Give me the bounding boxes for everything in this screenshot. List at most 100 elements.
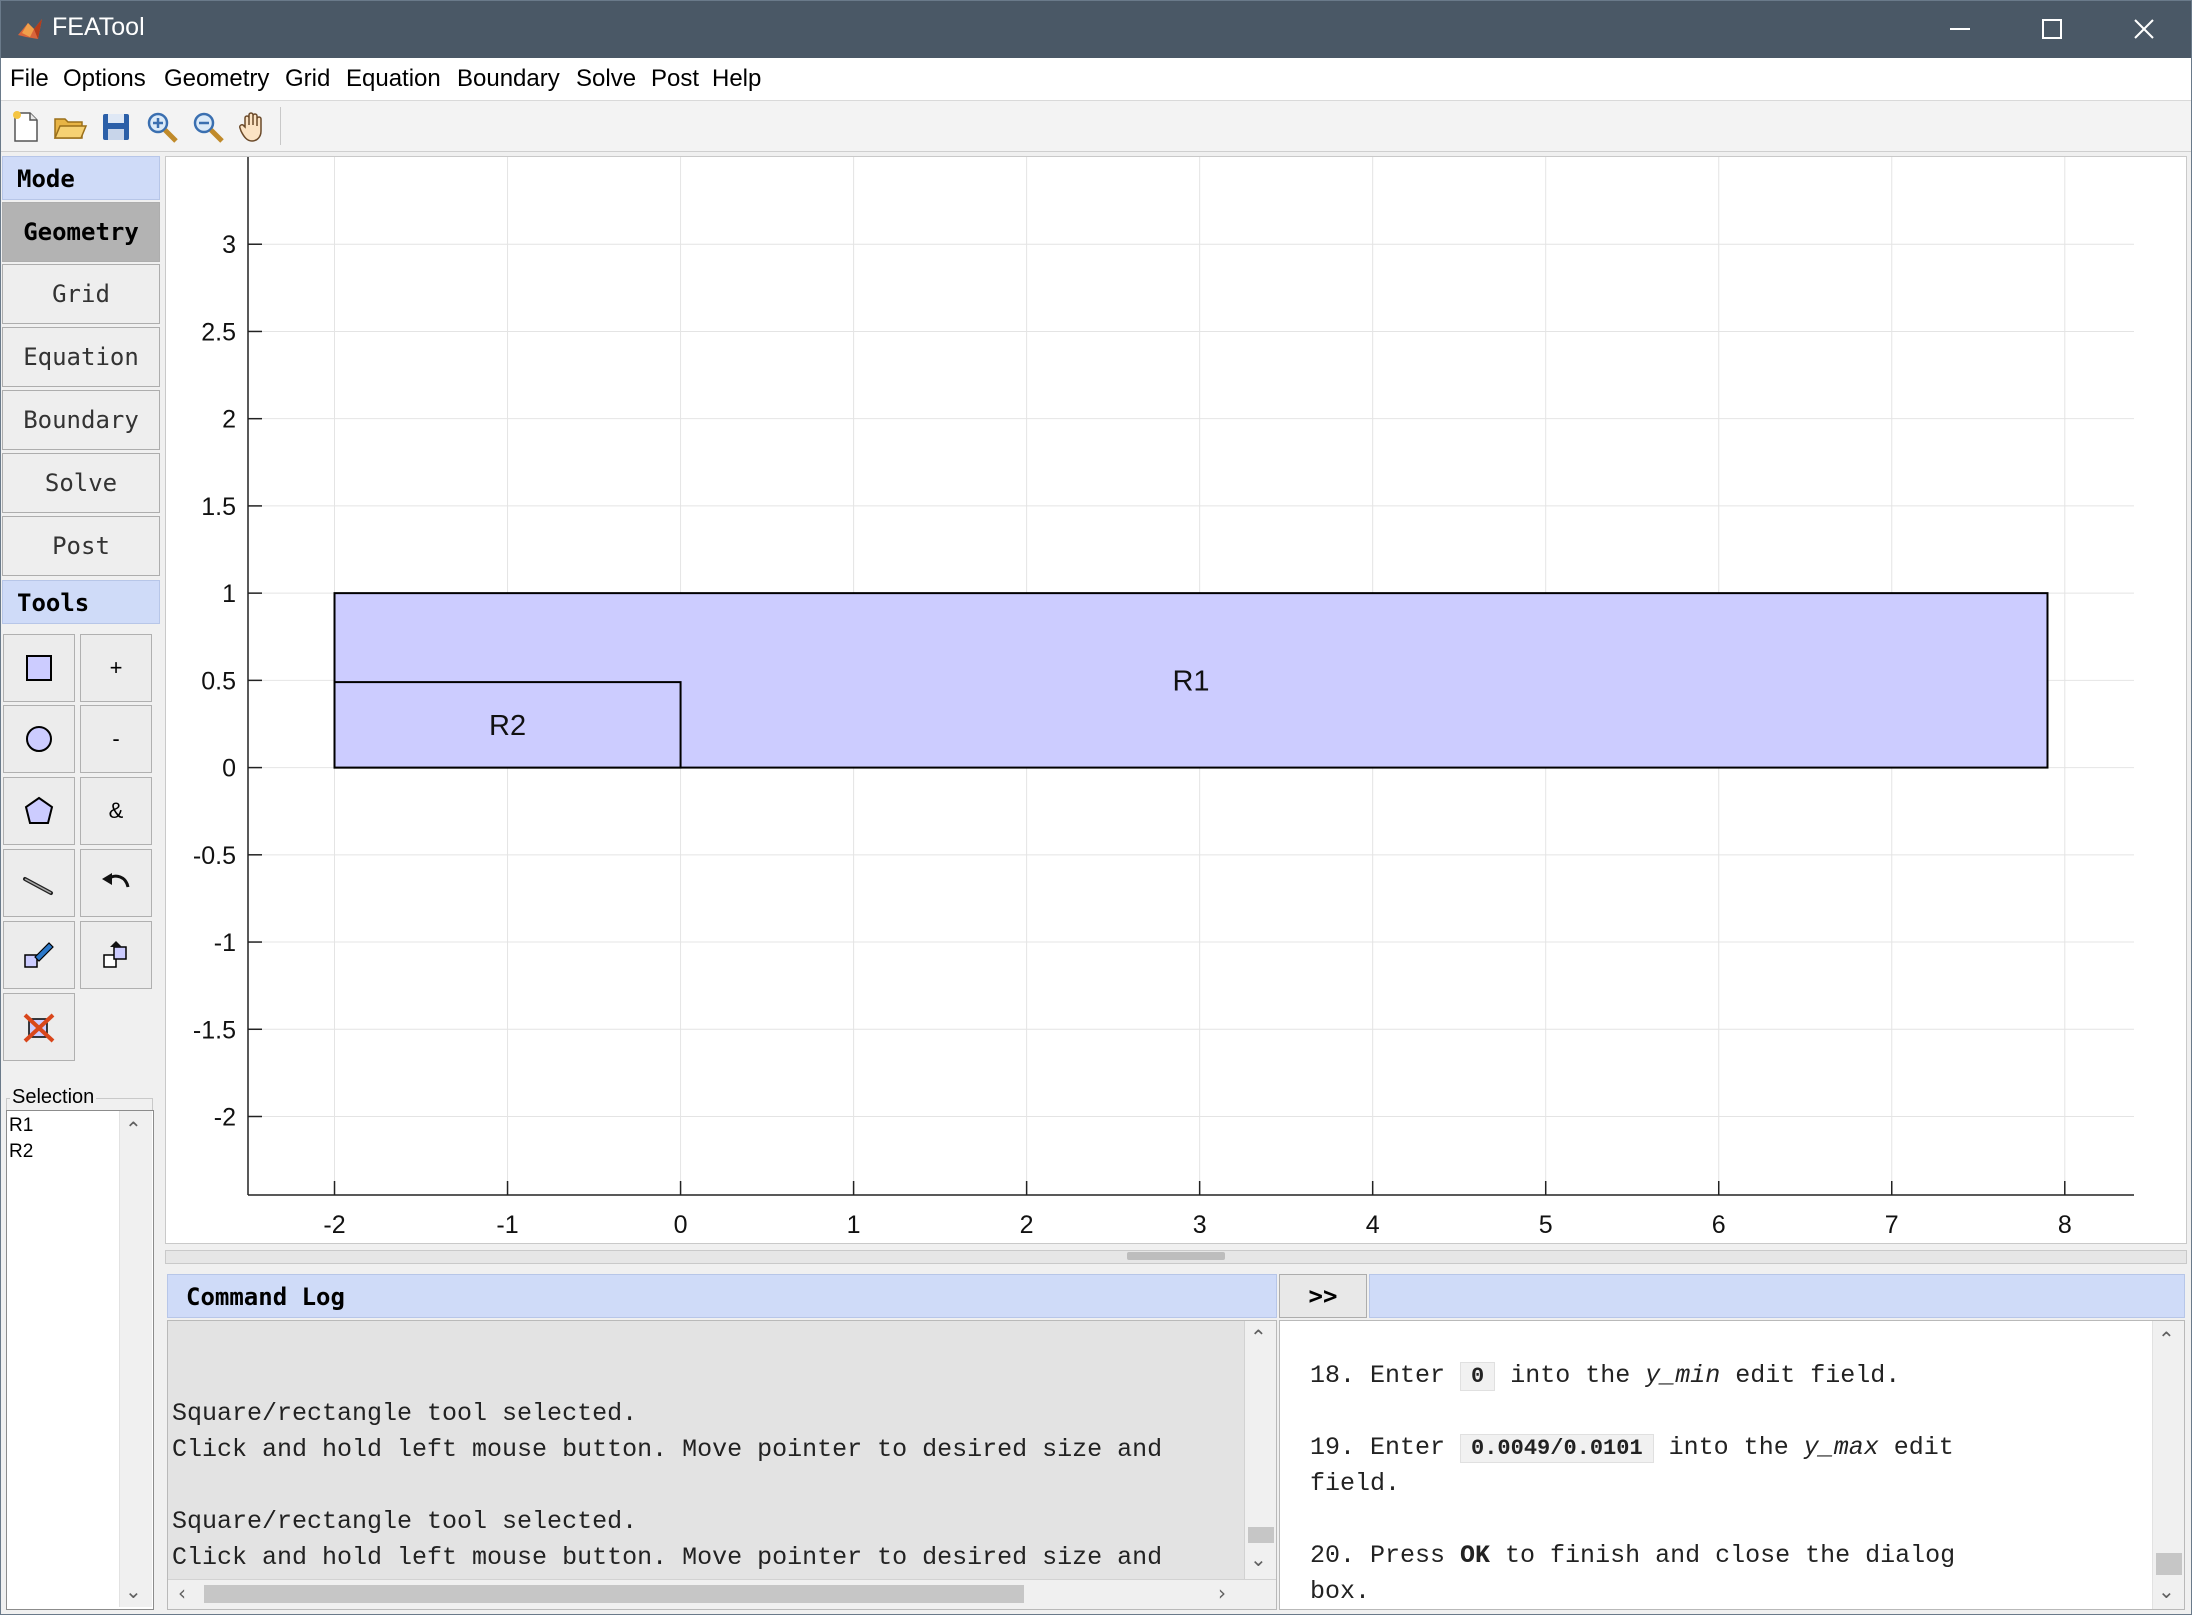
line-tool-button[interactable] xyxy=(3,849,75,917)
mode-header: Mode xyxy=(2,156,160,200)
y-tick-label: 0.5 xyxy=(201,667,236,695)
maximize-button[interactable] xyxy=(2006,0,2098,58)
mode-solve-button[interactable]: Solve xyxy=(2,453,160,513)
x-tick-label: 4 xyxy=(1366,1211,1380,1239)
toolbar-separator xyxy=(280,107,281,145)
log-line: Square/rectangle tool selected. xyxy=(172,1399,638,1428)
menu-geometry[interactable]: Geometry xyxy=(164,65,269,93)
log-line: Click and hold left mouse button. Move p… xyxy=(172,1435,1163,1464)
menu-bar: File Options Geometry Grid Equation Boun… xyxy=(0,58,2192,101)
scroll-down-icon[interactable]: ⌄ xyxy=(125,1579,142,1603)
title-bar: FEATool xyxy=(0,0,2192,58)
polygon-tool-button[interactable] xyxy=(3,777,75,845)
transform-object-icon xyxy=(103,941,127,968)
selection-listbox[interactable]: R1 R2 ⌃ ⌄ xyxy=(6,1110,154,1610)
scroll-left-icon[interactable]: ‹ xyxy=(178,1581,186,1605)
help-text: 18. Enter xyxy=(1310,1361,1461,1390)
help-step-20-cont: box. xyxy=(1310,1577,1371,1606)
mode-geometry-button[interactable]: Geometry xyxy=(2,202,160,262)
help-step-18: 18. Enter 0 into the y_min edit field. xyxy=(1310,1361,1901,1391)
x-tick-label: 3 xyxy=(1193,1211,1207,1239)
menu-grid[interactable]: Grid xyxy=(285,65,330,93)
expand-log-button[interactable]: >> xyxy=(1279,1274,1367,1318)
union-button[interactable]: + xyxy=(80,634,152,702)
menu-options[interactable]: Options xyxy=(63,65,146,93)
y-tick-label: 2 xyxy=(222,406,236,434)
log-vscroll-thumb[interactable] xyxy=(1248,1527,1274,1543)
close-button[interactable] xyxy=(2098,0,2190,58)
x-tick-label: 2 xyxy=(1020,1211,1034,1239)
y-tick-label: -2 xyxy=(214,1103,236,1131)
help-text: into the xyxy=(1653,1433,1804,1462)
menu-boundary[interactable]: Boundary xyxy=(457,65,560,93)
edit-object-icon xyxy=(24,942,54,968)
x-tick-label: 5 xyxy=(1539,1211,1553,1239)
transform-object-button[interactable] xyxy=(80,921,152,989)
scroll-right-icon[interactable]: › xyxy=(1218,1581,1226,1605)
y-tick-label: 2.5 xyxy=(201,318,236,346)
scroll-down-icon[interactable]: ⌄ xyxy=(2158,1579,2175,1603)
undo-button[interactable] xyxy=(80,849,152,917)
help-header xyxy=(1369,1274,2185,1318)
circle-tool-button[interactable] xyxy=(3,705,75,773)
matlab-logo-icon xyxy=(18,19,42,39)
selection-item-r1[interactable]: R1 xyxy=(9,1115,33,1137)
scroll-up-icon[interactable]: ⌃ xyxy=(2158,1327,2175,1351)
new-file-icon[interactable] xyxy=(8,109,44,145)
intersect-button[interactable]: & xyxy=(80,777,152,845)
geometry-plot-area[interactable]: -2 -1 0 1 2 3 4 5 6 7 8 3 2.5 2 1.5 1 0.5 0 -0.5 -1 -1.5 -2 R1… xyxy=(165,156,2187,1244)
menu-solve[interactable]: Solve xyxy=(576,65,636,93)
help-step-19-cont: field. xyxy=(1310,1469,1401,1498)
save-icon[interactable] xyxy=(98,109,134,145)
command-log-box[interactable]: Square/rectangle tool selected. Click an… xyxy=(167,1320,1277,1610)
tools-header: Tools xyxy=(2,580,160,624)
circle-tool-icon xyxy=(26,726,52,752)
menu-equation[interactable]: Equation xyxy=(346,65,441,93)
x-tick-label: -1 xyxy=(496,1211,518,1239)
scroll-up-icon[interactable]: ⌃ xyxy=(125,1117,142,1141)
log-line: Square/rectangle tool selected. xyxy=(172,1507,638,1536)
field-name: y_min xyxy=(1645,1361,1721,1390)
y-tick-label: -1.5 xyxy=(193,1016,236,1044)
y-tick-label: 1 xyxy=(222,580,236,608)
code-value: 0 xyxy=(1460,1362,1496,1391)
help-step-19: 19. Enter 0.0049/0.0101 into the y_max e… xyxy=(1310,1433,1954,1463)
geometry-plot[interactable]: -2 -1 0 1 2 3 4 5 6 7 8 3 2.5 2 1.5 1 0.5 0 -0.5 -1 -1.5 -2 R1… xyxy=(166,157,2186,1243)
rectangle-tool-icon xyxy=(26,655,52,681)
selection-scrollbar[interactable] xyxy=(119,1111,152,1607)
scroll-up-icon[interactable]: ⌃ xyxy=(1250,1325,1267,1349)
ok-keyword: OK xyxy=(1460,1541,1491,1570)
pan-hand-icon[interactable] xyxy=(236,109,272,145)
y-tick-label: -1 xyxy=(214,929,236,957)
undo-icon xyxy=(102,873,130,888)
help-text: 19. Enter xyxy=(1310,1433,1461,1462)
selection-item-r2[interactable]: R2 xyxy=(9,1141,33,1163)
scroll-down-icon[interactable]: ⌄ xyxy=(1250,1547,1267,1571)
splitter-handle[interactable] xyxy=(1127,1252,1225,1260)
help-vscroll-thumb[interactable] xyxy=(2156,1553,2182,1575)
menu-file[interactable]: File xyxy=(10,65,49,93)
help-text: edit field. xyxy=(1720,1361,1901,1390)
zoom-out-icon[interactable] xyxy=(190,109,226,145)
open-folder-icon[interactable] xyxy=(52,109,88,145)
help-text: edit xyxy=(1878,1433,1954,1462)
mode-grid-button[interactable]: Grid xyxy=(2,264,160,324)
subtract-button[interactable]: - xyxy=(80,705,152,773)
delete-object-button[interactable] xyxy=(3,993,75,1061)
tutorial-help-box: 18. Enter 0 into the y_min edit field. 1… xyxy=(1279,1320,2185,1610)
log-hscroll-thumb[interactable] xyxy=(204,1585,1024,1603)
mode-post-button[interactable]: Post xyxy=(2,516,160,576)
window-title: FEATool xyxy=(52,13,145,41)
mode-boundary-button[interactable]: Boundary xyxy=(2,390,160,450)
edit-object-button[interactable] xyxy=(3,921,75,989)
x-tick-label: 0 xyxy=(674,1211,688,1239)
menu-help[interactable]: Help xyxy=(712,65,761,93)
minimize-button[interactable] xyxy=(1914,0,2006,58)
y-tick-label: 3 xyxy=(222,231,236,259)
mode-equation-button[interactable]: Equation xyxy=(2,327,160,387)
menu-post[interactable]: Post xyxy=(651,65,699,93)
help-text: into the xyxy=(1495,1361,1646,1390)
rectangle-tool-button[interactable] xyxy=(3,634,75,702)
y-tick-label: 1.5 xyxy=(201,493,236,521)
zoom-in-icon[interactable] xyxy=(144,109,180,145)
